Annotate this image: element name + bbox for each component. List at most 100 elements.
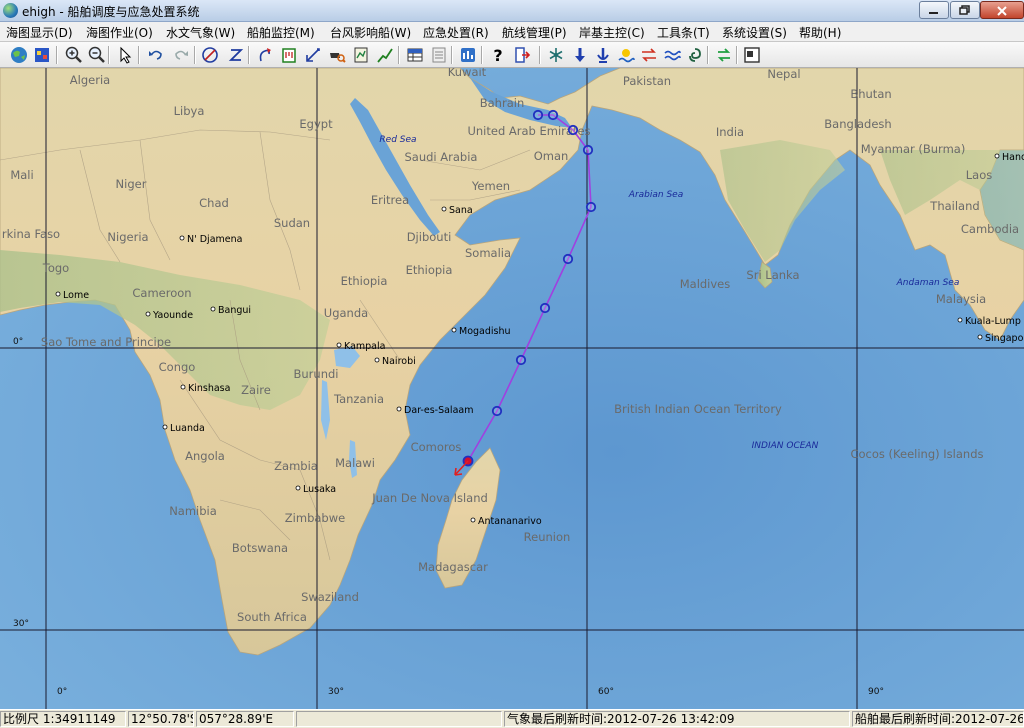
sea-label: Andaman Sea — [896, 278, 960, 288]
country-label: Kuwait — [448, 68, 487, 79]
grid-label: 60° — [598, 687, 614, 697]
city-marker — [396, 406, 402, 412]
line-draw-icon — [377, 48, 393, 63]
zigzag-icon — [228, 49, 244, 61]
toolbar-separator — [451, 46, 453, 64]
route-waypoint[interactable] — [585, 201, 597, 213]
country-label: Cocos (Keeling) Islands — [850, 447, 983, 461]
ship-search-button[interactable] — [327, 45, 347, 65]
country-label: Cambodia — [961, 222, 1019, 236]
zoom-out-button[interactable] — [87, 45, 107, 65]
refresh-button[interactable] — [714, 45, 734, 65]
toolbar-separator — [248, 46, 250, 64]
measure-icon — [306, 48, 320, 62]
country-label: Zimbabwe — [285, 511, 345, 525]
table-button[interactable] — [405, 45, 425, 65]
grid-label: 90° — [868, 687, 884, 697]
route-waypoint[interactable] — [582, 144, 594, 156]
wind-down-icon — [575, 48, 585, 62]
toolbar-separator — [736, 46, 738, 64]
country-label: Swaziland — [301, 590, 359, 604]
country-label: Mali — [10, 168, 33, 182]
zoom-in-button[interactable] — [64, 45, 84, 65]
sun-button[interactable] — [616, 45, 636, 65]
city-marker — [295, 485, 301, 491]
ship-track-icon — [354, 47, 368, 63]
menu-item-2[interactable]: 水文气象(W) — [166, 24, 235, 41]
city-marker — [470, 517, 476, 523]
help-button[interactable]: ? — [488, 45, 508, 65]
wind-down-button[interactable] — [570, 45, 590, 65]
menu-item-1[interactable]: 海图作业(O) — [86, 24, 153, 41]
anchor-button[interactable] — [593, 45, 613, 65]
country-label: Somalia — [465, 246, 511, 260]
city-label: Kinshasa — [188, 383, 230, 394]
country-label: Oman — [534, 149, 569, 163]
city-label: Luanda — [170, 423, 205, 434]
list-button[interactable] — [429, 45, 449, 65]
toolbar-separator — [194, 46, 196, 64]
panel-button[interactable] — [742, 45, 762, 65]
menu-item-4[interactable]: 台风影响船(W) — [330, 24, 411, 41]
menu-item-8[interactable]: 工具条(T) — [657, 24, 710, 41]
country-label: Cameroon — [132, 286, 191, 300]
route-waypoint[interactable] — [562, 253, 574, 265]
menu-item-3[interactable]: 船舶监控(M) — [247, 24, 315, 41]
globe-button[interactable] — [9, 45, 29, 65]
minimize-button[interactable] — [919, 1, 949, 19]
close-button[interactable] — [980, 1, 1024, 19]
line-draw-button[interactable] — [375, 45, 395, 65]
undo-button[interactable] — [146, 45, 166, 65]
typhoon-button[interactable] — [685, 45, 705, 65]
chart-layers-button[interactable] — [32, 45, 52, 65]
country-label: Angola — [185, 449, 225, 463]
weather-station-button[interactable] — [458, 45, 478, 65]
menu-item-10[interactable]: 帮助(H) — [799, 24, 841, 41]
route-waypoint[interactable] — [515, 354, 527, 366]
country-label: Namibia — [169, 504, 217, 518]
country-label: Comoros — [411, 440, 462, 454]
current-button[interactable] — [639, 45, 659, 65]
compass-button[interactable] — [200, 45, 220, 65]
status-empty-cell — [296, 711, 502, 727]
country-label: Nepal — [767, 68, 800, 81]
route-plan-button[interactable] — [255, 45, 275, 65]
minimize-icon — [929, 12, 938, 14]
menu-item-6[interactable]: 航线管理(P) — [502, 24, 567, 41]
route-waypoint[interactable] — [539, 302, 551, 314]
country-label: Madagascar — [418, 560, 488, 574]
country-label: India — [716, 125, 744, 139]
close-icon — [997, 6, 1007, 16]
route-waypoint[interactable] — [547, 109, 559, 121]
country-label: Laos — [966, 168, 992, 182]
anchor-icon — [597, 48, 609, 63]
city-marker — [55, 291, 61, 297]
ruler-icon — [282, 48, 296, 63]
map-canvas[interactable]: AlgeriaLibyaEgyptKuwaitBahrainUnited Ara… — [0, 68, 1024, 709]
city-label: Kuala-Lump — [965, 316, 1021, 327]
menu-item-7[interactable]: 岸基主控(C) — [579, 24, 645, 41]
measure-button[interactable] — [303, 45, 323, 65]
help-icon: ? — [493, 46, 502, 65]
restore-button[interactable] — [950, 1, 980, 19]
route-waypoint[interactable] — [532, 109, 544, 121]
menu-item-0[interactable]: 海图显示(D) — [6, 24, 73, 41]
menu-item-9[interactable]: 系统设置(S) — [722, 24, 787, 41]
country-label: Reunion — [524, 530, 571, 544]
redo-button[interactable] — [171, 45, 191, 65]
chart-map-view[interactable]: Algeria Libya Egypt Kuwait Bahrain United Ara… — [0, 68, 1024, 709]
ship-track-button[interactable] — [351, 45, 371, 65]
wave-button[interactable] — [662, 45, 682, 65]
exit-button[interactable] — [512, 45, 532, 65]
route-waypoint[interactable] — [567, 124, 579, 136]
ruler-button[interactable] — [279, 45, 299, 65]
country-label: rkina Faso — [2, 227, 60, 241]
country-label: Uganda — [324, 306, 368, 320]
zigzag-button[interactable] — [226, 45, 246, 65]
country-label: Nigeria — [107, 230, 148, 244]
menu-item-5[interactable]: 应急处置(R) — [423, 24, 489, 41]
city-marker — [451, 327, 457, 333]
select-arrow-button[interactable] — [116, 45, 136, 65]
snowflake-button[interactable] — [546, 45, 566, 65]
route-waypoint[interactable] — [491, 405, 503, 417]
